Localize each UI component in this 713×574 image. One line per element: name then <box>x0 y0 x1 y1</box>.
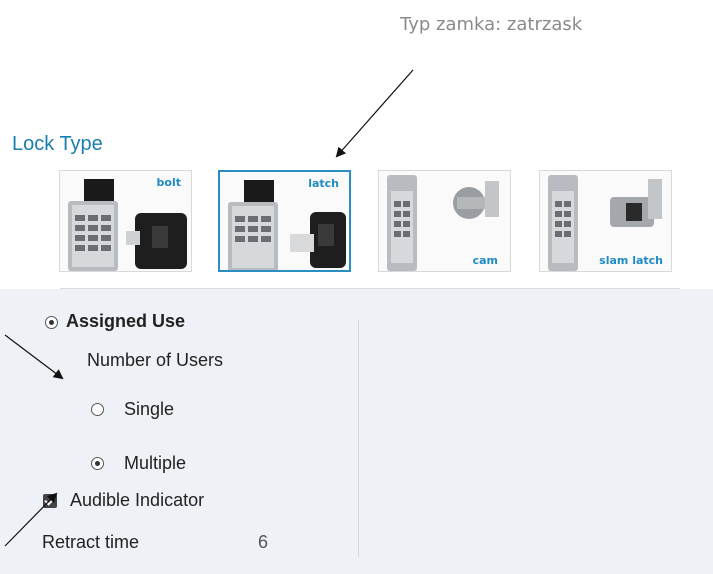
retract-time-value: 6 <box>258 532 269 552</box>
lock-option-bolt[interactable]: bolt <box>59 170 192 272</box>
lock-option-label: bolt <box>156 176 181 189</box>
vertical-divider <box>358 320 359 557</box>
single-radio[interactable] <box>91 403 104 416</box>
lock-option-label: slam latch <box>599 254 663 267</box>
multiple-radio[interactable] <box>91 457 104 470</box>
single-label: Single <box>124 399 175 419</box>
lock-option-label: latch <box>308 177 339 190</box>
annotation-label: Typ zamka: zatrzask <box>400 14 583 35</box>
lock-type-title: Lock Type <box>12 133 103 155</box>
lock-option-latch[interactable]: latch <box>218 170 351 272</box>
audible-indicator-checkbox[interactable] <box>43 494 57 508</box>
lock-option-cam[interactable]: cam <box>378 170 511 272</box>
assigned-use-label: Assigned Use <box>66 311 186 331</box>
lock-option-label: cam <box>472 254 498 267</box>
arrow-to-latch <box>335 69 414 158</box>
lock-option-slam-latch[interactable]: slam latch <box>539 170 672 272</box>
retract-time-label: Retract time <box>42 532 140 552</box>
assigned-use-radio[interactable] <box>45 316 58 329</box>
audible-indicator-label: Audible Indicator <box>70 490 205 510</box>
number-of-users-label: Number of Users <box>87 350 224 370</box>
multiple-label: Multiple <box>124 453 187 473</box>
